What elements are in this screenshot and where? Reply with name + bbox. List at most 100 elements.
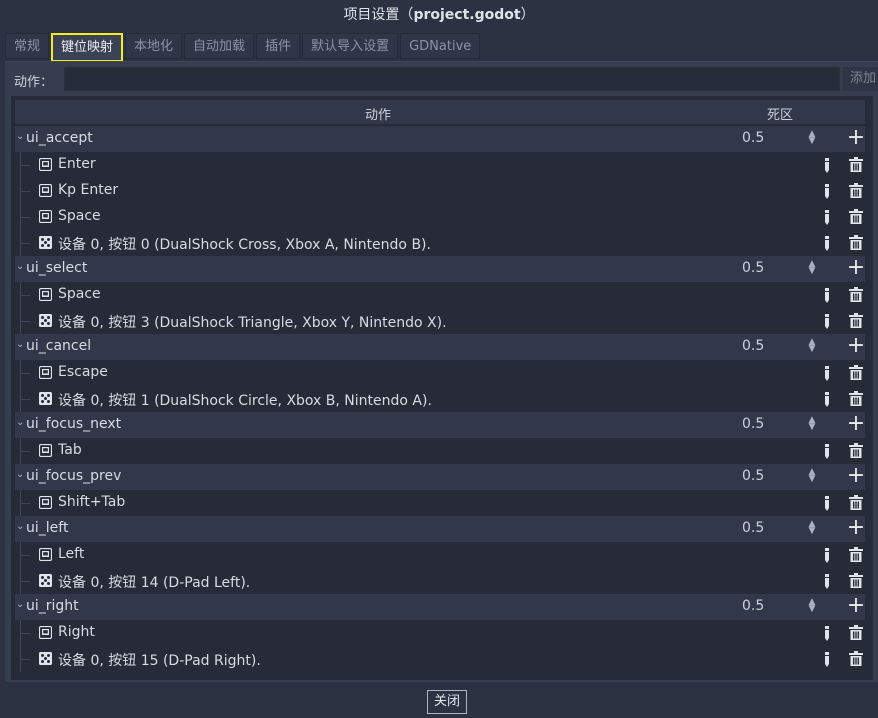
event-row[interactable]: 设备 0, 按钮 14 (D-Pad Left).: [15, 568, 865, 594]
event-label: Right: [58, 624, 95, 640]
column-header-deadzone: 死区: [767, 108, 794, 123]
close-button[interactable]: 关闭: [427, 690, 467, 714]
tab-import-defaults[interactable]: 默认导入设置: [302, 33, 399, 59]
event-row[interactable]: Tab: [15, 438, 865, 464]
action-row-ui-focus-next[interactable]: ⌄ ui_focus_next 0.5 ▲ ▼ +: [15, 412, 865, 438]
action-row-ui-right[interactable]: ⌄ ui_right 0.5 ▲ ▼ +: [15, 594, 865, 620]
collapse-arrow-icon[interactable]: ⌄: [16, 262, 26, 272]
deadzone-spinner-icon[interactable]: ▲ ▼: [807, 520, 817, 537]
collapse-arrow-icon[interactable]: ⌄: [16, 418, 26, 428]
action-row-ui-left[interactable]: ⌄ ui_left 0.5 ▲ ▼ +: [15, 516, 865, 542]
tab-input-map[interactable]: 键位映射: [51, 33, 124, 62]
keyboard-icon: [38, 209, 53, 224]
delete-event-icon[interactable]: [849, 183, 863, 198]
tree-guide-branch: [20, 373, 30, 374]
event-label: Shift+Tab: [58, 494, 126, 510]
event-row[interactable]: Shift+Tab: [15, 490, 865, 516]
tree-header: 动作 死区: [15, 100, 865, 124]
action-row-ui-select[interactable]: ⌄ ui_select 0.5 ▲ ▼ +: [15, 256, 865, 282]
add-action-button[interactable]: 添加: [843, 67, 878, 91]
delete-event-icon[interactable]: [849, 495, 863, 510]
deadzone-spinner-icon[interactable]: ▲ ▼: [807, 598, 817, 615]
delete-event-icon[interactable]: [849, 235, 863, 250]
event-row[interactable]: Escape: [15, 360, 865, 386]
edit-event-icon[interactable]: [823, 313, 831, 329]
tab-autoload[interactable]: 自动加载: [184, 33, 255, 59]
add-event-icon[interactable]: +: [846, 595, 866, 617]
collapse-arrow-icon[interactable]: ⌄: [16, 132, 26, 142]
deadzone-value[interactable]: 0.5: [742, 338, 764, 354]
delete-event-icon[interactable]: [849, 365, 863, 380]
edit-event-icon[interactable]: [823, 547, 831, 563]
event-row[interactable]: 设备 0, 按钮 15 (D-Pad Right).: [15, 646, 865, 672]
event-row[interactable]: 设备 0, 按钮 3 (DualShock Triangle, Xbox Y, …: [15, 308, 865, 334]
deadzone-spinner-icon[interactable]: ▲ ▼: [807, 338, 817, 355]
delete-event-icon[interactable]: [849, 443, 863, 458]
edit-event-icon[interactable]: [823, 365, 831, 381]
action-name-input[interactable]: [64, 67, 840, 91]
deadzone-value[interactable]: 0.5: [742, 260, 764, 276]
event-row[interactable]: Kp Enter: [15, 178, 865, 204]
tab-localization[interactable]: 本地化: [125, 33, 183, 59]
edit-event-icon[interactable]: [823, 157, 831, 173]
deadzone-value[interactable]: 0.5: [742, 520, 764, 536]
event-row[interactable]: Enter: [15, 152, 865, 178]
tab-bar: 常规 键位映射 本地化 自动加载 插件 默认导入设置 GDNative: [5, 33, 482, 62]
deadzone-spinner-icon[interactable]: ▲ ▼: [807, 468, 817, 485]
add-event-icon[interactable]: +: [846, 127, 866, 149]
tab-gdnative[interactable]: GDNative: [400, 33, 481, 59]
tab-general[interactable]: 常规: [5, 33, 50, 59]
event-row[interactable]: 设备 0, 按钮 0 (DualShock Cross, Xbox A, Nin…: [15, 230, 865, 256]
edit-event-icon[interactable]: [823, 183, 831, 199]
delete-event-icon[interactable]: [849, 651, 863, 666]
edit-event-icon[interactable]: [823, 573, 831, 589]
edit-event-icon[interactable]: [823, 443, 831, 459]
action-row-ui-focus-prev[interactable]: ⌄ ui_focus_prev 0.5 ▲ ▼ +: [15, 464, 865, 490]
deadzone-value[interactable]: 0.5: [742, 130, 764, 146]
deadzone-spinner-icon[interactable]: ▲ ▼: [807, 416, 817, 433]
tab-plugins[interactable]: 插件: [256, 33, 301, 59]
edit-event-icon[interactable]: [823, 287, 831, 303]
action-name: ui_select: [26, 260, 88, 276]
add-event-icon[interactable]: +: [846, 465, 866, 487]
actions-tree: 动作 死区 ⌄ ui_accept 0.5 ▲ ▼ + Enter Kp Enter Space…: [11, 96, 873, 680]
delete-event-icon[interactable]: [849, 625, 863, 640]
deadzone-spinner-icon[interactable]: ▲ ▼: [807, 130, 817, 147]
event-row[interactable]: Right: [15, 620, 865, 646]
keyboard-icon: [38, 365, 53, 380]
deadzone-value[interactable]: 0.5: [742, 598, 764, 614]
edit-event-icon[interactable]: [823, 651, 831, 667]
collapse-arrow-icon[interactable]: ⌄: [16, 600, 26, 610]
add-event-icon[interactable]: +: [846, 517, 866, 539]
delete-event-icon[interactable]: [849, 287, 863, 302]
collapse-arrow-icon[interactable]: ⌄: [16, 522, 26, 532]
add-event-icon[interactable]: +: [846, 335, 866, 357]
delete-event-icon[interactable]: [849, 313, 863, 328]
action-name: ui_right: [26, 598, 79, 614]
collapse-arrow-icon[interactable]: ⌄: [16, 340, 26, 350]
action-row-ui-accept[interactable]: ⌄ ui_accept 0.5 ▲ ▼ +: [15, 126, 865, 152]
action-row-ui-cancel[interactable]: ⌄ ui_cancel 0.5 ▲ ▼ +: [15, 334, 865, 360]
edit-event-icon[interactable]: [823, 495, 831, 511]
add-event-icon[interactable]: +: [846, 413, 866, 435]
delete-event-icon[interactable]: [849, 157, 863, 172]
deadzone-value[interactable]: 0.5: [742, 416, 764, 432]
edit-event-icon[interactable]: [823, 209, 831, 225]
delete-event-icon[interactable]: [849, 391, 863, 406]
event-row[interactable]: 设备 0, 按钮 1 (DualShock Circle, Xbox B, Ni…: [15, 386, 865, 412]
collapse-arrow-icon[interactable]: ⌄: [16, 470, 26, 480]
event-row[interactable]: Space: [15, 282, 865, 308]
edit-event-icon[interactable]: [823, 391, 831, 407]
new-action-row: 动作： 添加: [5, 66, 878, 94]
add-event-icon[interactable]: +: [846, 257, 866, 279]
event-row[interactable]: Space: [15, 204, 865, 230]
delete-event-icon[interactable]: [849, 209, 863, 224]
event-row[interactable]: Left: [15, 542, 865, 568]
window-title: 项目设置（project.godot）: [0, 0, 878, 30]
deadzone-value[interactable]: 0.5: [742, 468, 764, 484]
delete-event-icon[interactable]: [849, 573, 863, 588]
delete-event-icon[interactable]: [849, 547, 863, 562]
edit-event-icon[interactable]: [823, 235, 831, 251]
edit-event-icon[interactable]: [823, 625, 831, 641]
deadzone-spinner-icon[interactable]: ▲ ▼: [807, 260, 817, 277]
